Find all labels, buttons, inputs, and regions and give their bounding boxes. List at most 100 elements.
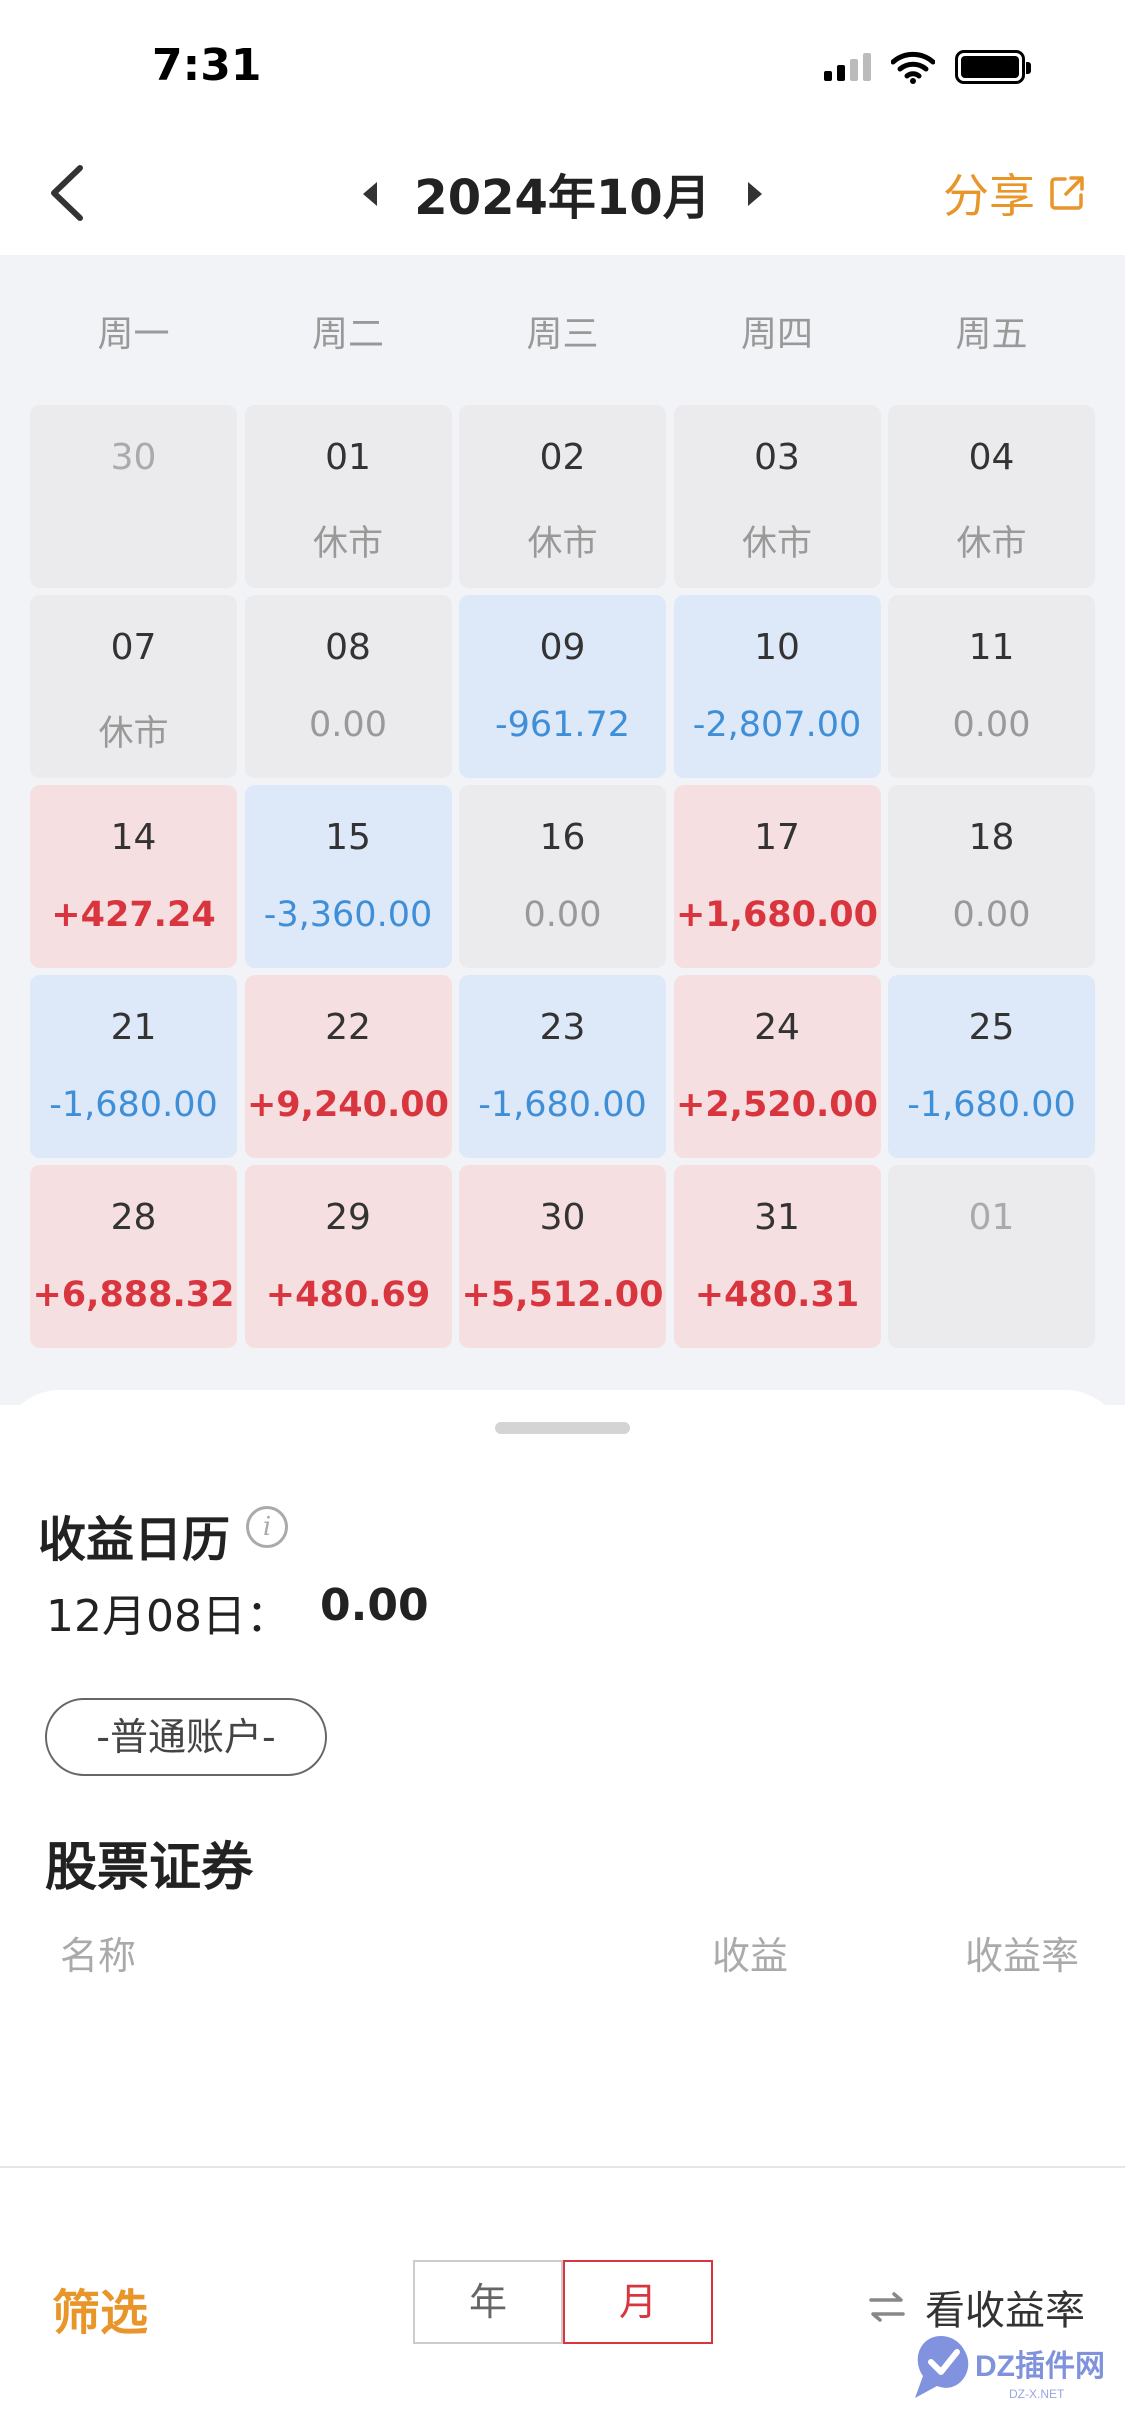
period-segmented-control: 年 月: [413, 2260, 713, 2344]
column-header-profit[interactable]: 收益: [712, 1925, 788, 1980]
day-number: 09: [539, 627, 586, 668]
day-profit-value: +480.69: [265, 1275, 431, 1315]
calendar-day-cell[interactable]: 31 +480.31: [673, 1165, 881, 1348]
calendar-day-cell[interactable]: 29 +480.69: [244, 1165, 452, 1348]
calendar-day-cell[interactable]: 18 0.00: [888, 785, 1095, 968]
calendar-day-cell[interactable]: 15 -3,360.00: [244, 785, 452, 968]
day-profit-value: 休市: [741, 524, 812, 564]
calendar-day-cell[interactable]: 02 休市: [459, 405, 666, 588]
calendar-day-cell[interactable]: 14 +427.24: [30, 785, 237, 968]
back-icon[interactable]: [40, 158, 100, 228]
watermark-subtext: DZ-X.NET: [1009, 2387, 1065, 2401]
day-profit-value: 0.00: [309, 705, 387, 745]
calendar-day-cell[interactable]: 25 -1,680.00: [888, 975, 1095, 1158]
day-number: 28: [110, 1197, 157, 1238]
month-title[interactable]: 2024年10月: [400, 158, 725, 228]
day-profit-value: -2,807.00: [692, 705, 862, 745]
calendar-day-cell[interactable]: 07 休市: [30, 595, 237, 778]
day-profit-value: 休市: [527, 524, 598, 564]
selected-date-value: 0.00: [320, 1580, 429, 1631]
status-time: 7:31: [152, 40, 262, 91]
day-number: 17: [754, 817, 800, 858]
day-profit-value: 0.00: [952, 705, 1031, 745]
calendar-day-cell[interactable]: 16 0.00: [459, 785, 666, 968]
day-number: 14: [110, 817, 157, 858]
day-number: 24: [754, 1007, 800, 1048]
day-profit-value: 休市: [956, 524, 1027, 564]
status-icons: [824, 50, 1031, 84]
segment-month[interactable]: 月: [563, 2260, 713, 2344]
watermark-logo: DZ插件网 DZ-X.NET: [915, 2336, 1105, 2401]
day-profit-value: +427.24: [51, 895, 216, 935]
day-profit-value: +2,520.00: [675, 1085, 879, 1125]
wifi-icon: [891, 51, 935, 84]
day-profit-value: 0.00: [952, 895, 1031, 935]
watermark-text: DZ插件网: [975, 2350, 1105, 2383]
calendar-day-cell[interactable]: 22 +9,240.00: [244, 975, 452, 1158]
calendar-day-cell[interactable]: 23 -1,680.00: [459, 975, 666, 1158]
section-title: 股票证券: [45, 1838, 254, 1898]
day-number: 16: [539, 817, 586, 858]
day-profit-value: +5,512.00: [461, 1275, 664, 1315]
day-number: 18: [968, 817, 1015, 858]
calendar-day-cell[interactable]: 17 +1,680.00: [673, 785, 881, 968]
day-number: 08: [325, 627, 371, 668]
day-number: 10: [754, 627, 800, 668]
calendar-day-cell[interactable]: 09 -961.72: [459, 595, 666, 778]
day-number: 21: [110, 1007, 157, 1048]
day-profit-value: -1,680.00: [49, 1085, 218, 1125]
nav-bar: 2024年10月 分享: [0, 130, 1125, 255]
column-header-name[interactable]: 名称: [60, 1925, 136, 1980]
calendar-day-cell[interactable]: 10 -2,807.00: [673, 595, 881, 778]
day-profit-value: 休市: [312, 524, 383, 564]
calendar-day-cell[interactable]: 30 +5,512.00: [459, 1165, 666, 1348]
bottom-sheet: 收益日历 i 12月08日： 0.00 -普通账户- 股票证券 名称 收益 收益…: [0, 1390, 1125, 2166]
cellular-signal-icon: [824, 53, 871, 81]
day-number: 01: [325, 437, 371, 478]
sheet-title: 收益日历: [38, 1512, 231, 1568]
next-month-icon[interactable]: [740, 174, 770, 214]
column-header-rate[interactable]: 收益率: [965, 1925, 1079, 1980]
weekday-label: 周一: [97, 314, 170, 355]
calendar-day-cell[interactable]: 30: [30, 405, 237, 588]
day-number: 25: [968, 1007, 1015, 1048]
account-type-button[interactable]: -普通账户-: [45, 1698, 327, 1776]
weekday-header: 周一 周二 周三 周四 周五: [30, 305, 1095, 357]
calendar-day-cell[interactable]: 21 -1,680.00: [30, 975, 237, 1158]
day-number: 30: [110, 437, 157, 478]
external-link-icon: [1050, 176, 1084, 210]
day-profit-value: +6,888.32: [32, 1275, 235, 1315]
day-profit-value: -961.72: [494, 705, 631, 745]
weekday-label: 周五: [955, 314, 1028, 355]
segment-year[interactable]: 年: [413, 2260, 563, 2344]
calendar-day-cell[interactable]: 24 +2,520.00: [673, 975, 881, 1158]
day-number: 22: [325, 1007, 371, 1048]
day-number: 04: [968, 437, 1015, 478]
day-profit-value: 0.00: [523, 895, 602, 935]
weekday-label: 周四: [740, 314, 813, 355]
filter-button[interactable]: 筛选: [52, 2273, 148, 2343]
day-number: 15: [325, 817, 371, 858]
day-profit-value: -1,680.00: [478, 1085, 647, 1125]
calendar-day-cell[interactable]: 11 0.00: [888, 595, 1095, 778]
day-profit-value: -3,360.00: [263, 895, 433, 935]
calendar-day-cell[interactable]: 01: [888, 1165, 1095, 1348]
day-number: 29: [325, 1197, 371, 1238]
day-number: 01: [968, 1197, 1015, 1238]
calendar-day-cell[interactable]: 03 休市: [673, 405, 881, 588]
prev-month-icon[interactable]: [355, 174, 385, 214]
status-bar: 7:31: [0, 0, 1125, 130]
day-profit-value: -1,680.00: [907, 1085, 1076, 1125]
calendar-day-cell[interactable]: 01 休市: [244, 405, 452, 588]
weekday-label: 周三: [526, 314, 599, 355]
calendar-day-cell[interactable]: 08 0.00: [244, 595, 452, 778]
day-number: 23: [539, 1007, 586, 1048]
day-number: 11: [968, 627, 1015, 668]
calendar-day-cell[interactable]: 28 +6,888.32: [30, 1165, 237, 1348]
share-button[interactable]: 分享: [943, 160, 1085, 226]
calendar-day-cell[interactable]: 04 休市: [888, 405, 1095, 588]
day-number: 02: [539, 437, 586, 478]
sheet-drag-handle[interactable]: [495, 1422, 630, 1434]
info-icon[interactable]: i: [246, 1506, 288, 1548]
selected-date-label: 12月08日：: [46, 1591, 290, 1642]
